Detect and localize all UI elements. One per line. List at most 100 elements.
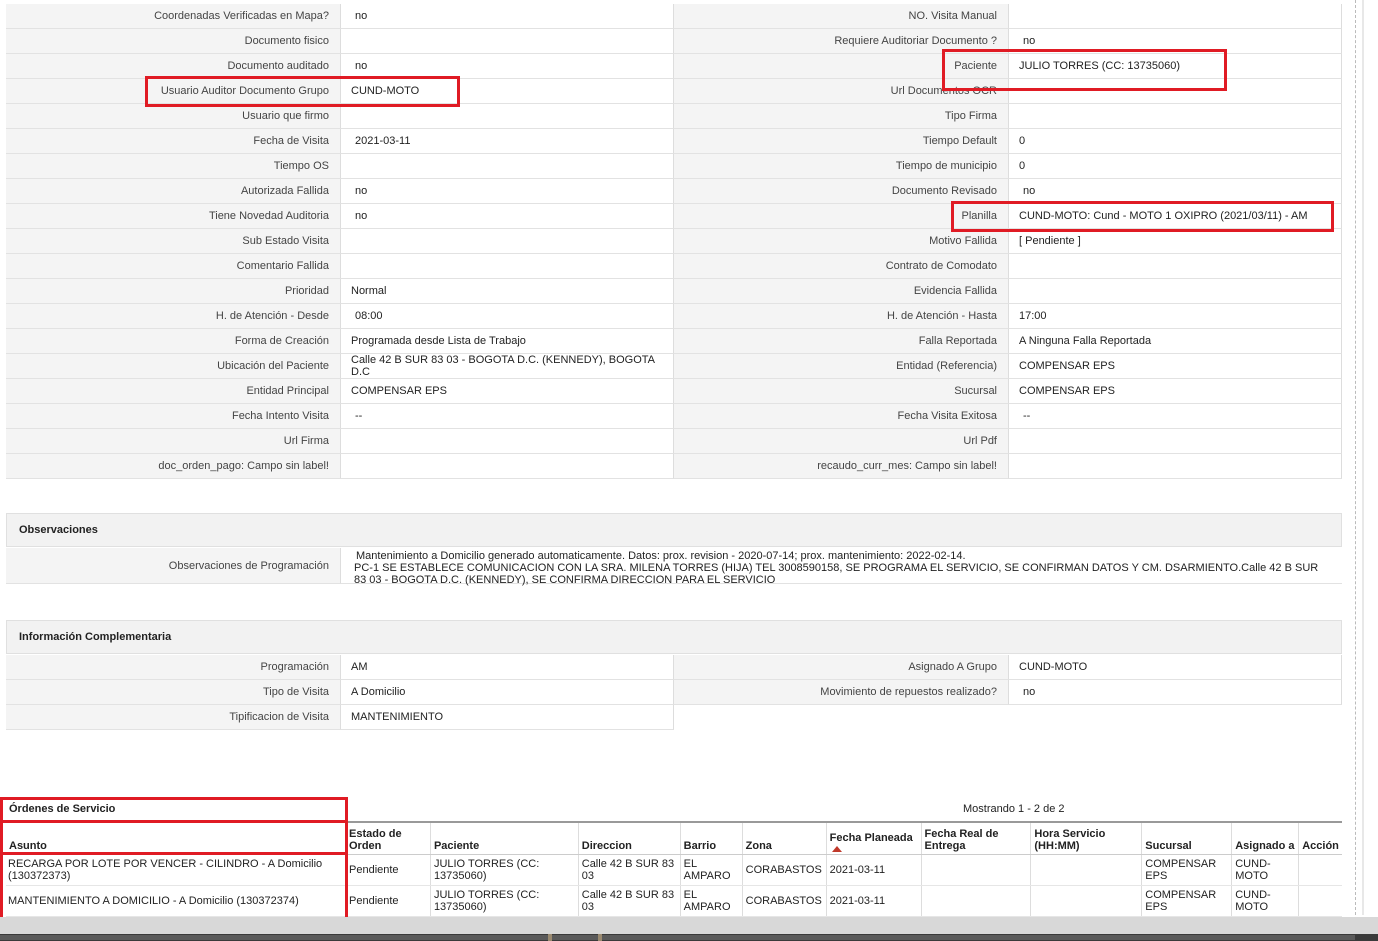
- field-label: Fecha Visita Exitosa: [674, 404, 1009, 429]
- page-footer-strip: [0, 917, 1378, 934]
- field-value: no: [1009, 680, 1342, 705]
- field-label: recaudo_curr_mes: Campo sin label!: [674, 454, 1009, 479]
- field-value: [341, 154, 674, 179]
- detail-row: H. de Atención - Desde 08:00 H. de Atenció…: [6, 304, 1342, 329]
- field-value: no: [1009, 179, 1342, 204]
- field-label: Coordenadas Verificadas en Mapa?: [6, 4, 341, 29]
- col-asignado[interactable]: Asignado a: [1231, 821, 1299, 855]
- field-label: Url Pdf: [674, 429, 1009, 454]
- observaciones-row: Observaciones de Programación Mantenimie…: [6, 548, 1342, 586]
- cell-estado: Pendiente: [345, 885, 431, 917]
- field-value: COMPENSAR EPS: [1009, 354, 1342, 379]
- field-value: --: [1009, 404, 1342, 429]
- col-direccion[interactable]: Direccion: [577, 821, 681, 855]
- detail-row: Url Firma Url Pdf: [6, 429, 1342, 454]
- detail-row: doc_orden_pago: Campo sin label! recaudo_…: [6, 454, 1342, 479]
- field-label: Planilla: [674, 204, 1009, 229]
- order-row[interactable]: RECARGA POR LOTE POR VENCER - CILINDRO -…: [6, 854, 1342, 886]
- field-value: 0: [1009, 129, 1342, 154]
- cell-direccion: Calle 42 B SUR 83 03: [577, 885, 681, 917]
- field-label: Requiere Auditoriar Documento ?: [674, 29, 1009, 54]
- cell-hora: [1030, 885, 1142, 917]
- col-zona[interactable]: Zona: [741, 821, 827, 855]
- observaciones-value: Mantenimiento a Domicilio generado autom…: [341, 548, 1342, 586]
- field-value: MANTENIMIENTO: [341, 705, 674, 730]
- field-label: Tipificacion de Visita: [6, 705, 341, 730]
- col-asunto[interactable]: Asunto: [6, 821, 346, 855]
- field-label: Url Firma: [6, 429, 341, 454]
- order-row[interactable]: MANTENIMIENTO A DOMICILIO - A Domicilio …: [6, 885, 1342, 917]
- field-label: Autorizada Fallida: [6, 179, 341, 204]
- cell-asunto[interactable]: MANTENIMIENTO A DOMICILIO - A Domicilio …: [6, 885, 346, 917]
- field-label: doc_orden_pago: Campo sin label!: [6, 454, 341, 479]
- detail-row: Fecha de Visita 2021-03-11 Tiempo Default 0: [6, 129, 1342, 154]
- field-value: COMPENSAR EPS: [1009, 379, 1342, 404]
- page-divider: [1355, 0, 1357, 915]
- field-label: Ubicación del Paciente: [6, 354, 341, 379]
- cell-accion: [1298, 854, 1342, 886]
- sort-ascending-icon[interactable]: [831, 845, 842, 852]
- col-sucursal[interactable]: Sucursal: [1141, 821, 1232, 855]
- field-label: Sucursal: [674, 379, 1009, 404]
- vertical-scrollbar-track[interactable]: [1362, 0, 1364, 915]
- observaciones-line-1: Mantenimiento a Domicilio generado autom…: [356, 550, 966, 562]
- field-value: Calle 42 B SUR 83 03 - BOGOTA D.C. (KENN…: [341, 354, 674, 379]
- detail-row: Sub Estado Visita Motivo Fallida[ Pendien…: [6, 229, 1342, 254]
- detail-row: Comentario Fallida Contrato de Comodato: [6, 254, 1342, 279]
- col-estado[interactable]: Estado de Orden: [345, 821, 431, 855]
- field-value: CUND-MOTO: [1009, 655, 1342, 680]
- cell-fecha-real: [920, 854, 1031, 886]
- cell-asunto[interactable]: RECARGA POR LOTE POR VENCER - CILINDRO -…: [6, 854, 346, 886]
- cell-sucursal: COMPENSAR EPS: [1141, 854, 1232, 886]
- field-value: no: [1009, 29, 1342, 54]
- field-value: A Ninguna Falla Reportada: [1009, 329, 1342, 354]
- field-label: Url Documentos OCR: [674, 79, 1009, 104]
- detail-row: Documento fisico Requiere Auditoriar Docu…: [6, 29, 1342, 54]
- col-fecha-real[interactable]: Fecha Real de Entrega: [920, 821, 1031, 855]
- col-hora-servicio[interactable]: Hora Servicio (HH:MM): [1030, 821, 1142, 855]
- field-value: [341, 254, 674, 279]
- field-value: 17:00: [1009, 304, 1342, 329]
- field-label: Tiempo Default: [674, 129, 1009, 154]
- detail-row: Prioridad Normal Evidencia Fallida: [6, 279, 1342, 304]
- observaciones-section-title: Observaciones: [6, 513, 1342, 547]
- field-label: NO. Visita Manual: [674, 4, 1009, 29]
- field-label: Falla Reportada: [674, 329, 1009, 354]
- taskbar-marker: [548, 934, 552, 941]
- col-accion: Acción: [1298, 821, 1342, 855]
- complementaria-section-title: Información Complementaria: [6, 620, 1342, 654]
- field-value: CUND-MOTO: Cund - MOTO 1 OXIPRO (2021/03…: [1009, 204, 1342, 229]
- cell-barrio: EL AMPARO: [679, 885, 743, 917]
- field-value: no: [341, 204, 674, 229]
- field-value: no: [341, 4, 674, 29]
- cell-direccion: Calle 42 B SUR 83 03: [577, 854, 681, 886]
- field-label: Usuario Auditor Documento Grupo: [6, 79, 341, 104]
- field-value: no: [341, 54, 674, 79]
- field-label: Paciente: [674, 54, 1009, 79]
- field-label: Comentario Fallida: [6, 254, 341, 279]
- field-value: 08:00: [341, 304, 674, 329]
- col-fecha-planeada[interactable]: Fecha Planeada: [825, 821, 922, 855]
- cell-hora: [1030, 854, 1142, 886]
- taskbar-marker: [598, 934, 602, 941]
- field-value: [341, 229, 674, 254]
- horizontal-scrollbar-thumb[interactable]: [0, 935, 1355, 940]
- field-value: [341, 29, 674, 54]
- horizontal-scrollbar[interactable]: [0, 934, 1378, 941]
- cell-fecha-planeada: 2021-03-11: [825, 885, 922, 917]
- field-label: Fecha Intento Visita: [6, 404, 341, 429]
- col-barrio[interactable]: Barrio: [679, 821, 743, 855]
- visit-detail-grid: Coordenadas Verificadas en Mapa? no NO. Vi…: [6, 4, 1342, 479]
- cell-barrio: EL AMPARO: [679, 854, 743, 886]
- field-label: Tiempo de municipio: [674, 154, 1009, 179]
- detail-row: Autorizada Fallida no Documento Revisado no: [6, 179, 1342, 204]
- cell-paciente: JULIO TORRES (CC: 13735060): [429, 854, 579, 886]
- detail-row: Documento auditado no Paciente JULIO TORRES…: [6, 54, 1342, 79]
- field-value: JULIO TORRES (CC: 13735060): [1009, 54, 1342, 79]
- field-label: Usuario que firmo: [6, 104, 341, 129]
- col-paciente[interactable]: Paciente: [429, 821, 579, 855]
- detail-row: Ubicación del Paciente Calle 42 B SUR 83 …: [6, 354, 1342, 379]
- field-value: [1009, 254, 1342, 279]
- observaciones-label: Observaciones de Programación: [6, 548, 341, 584]
- complementaria-grid: Programación AM Asignado A Grupo CUND-MO…: [6, 655, 1342, 730]
